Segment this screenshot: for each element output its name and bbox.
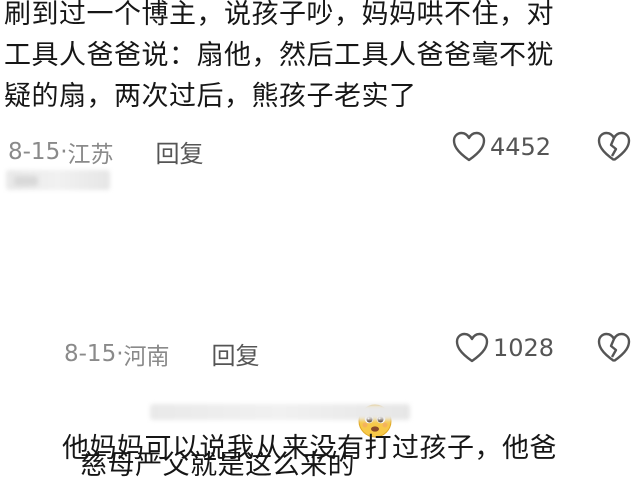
like-button[interactable]: 1028 — [455, 332, 554, 364]
heart-outline-icon — [455, 332, 489, 364]
broken-heart-icon — [597, 332, 631, 368]
like-count: 4452 — [490, 133, 552, 161]
comment-text-1: 刷到过一个博主，说孩子吵，妈妈哄不住，对 工具人爸爸说：扇他，然后工具人爸爸毫不… — [4, 0, 554, 112]
meta-dot: · — [60, 138, 68, 165]
comment-date: 8-15 — [8, 138, 61, 165]
comment-meta-2: 8-15 · 河南 回复 — [64, 336, 260, 371]
blurred-avatar — [14, 176, 38, 186]
heart-outline-icon — [452, 131, 486, 163]
blurred-username-3 — [150, 404, 410, 420]
reply-button[interactable]: 回复 — [156, 134, 204, 169]
like-count: 1028 — [493, 334, 555, 362]
comment-date: 8-15 — [64, 340, 117, 367]
pleading-face-emoji-icon — [357, 321, 393, 438]
comment-text-3: 他妈妈可以说我从来没有打过孩子，他爸 — [62, 433, 557, 464]
broken-heart-icon — [597, 131, 631, 167]
comment-region: 江苏 — [67, 141, 114, 168]
dislike-button[interactable] — [597, 131, 631, 167]
like-button[interactable]: 4452 — [452, 131, 551, 163]
dislike-button[interactable] — [597, 332, 631, 368]
comment-meta-1: 8-15 · 江苏 回复 — [8, 134, 204, 169]
meta-dot: · — [116, 340, 124, 367]
reply-button[interactable]: 回复 — [212, 336, 260, 371]
comment-region: 河南 — [123, 343, 170, 370]
